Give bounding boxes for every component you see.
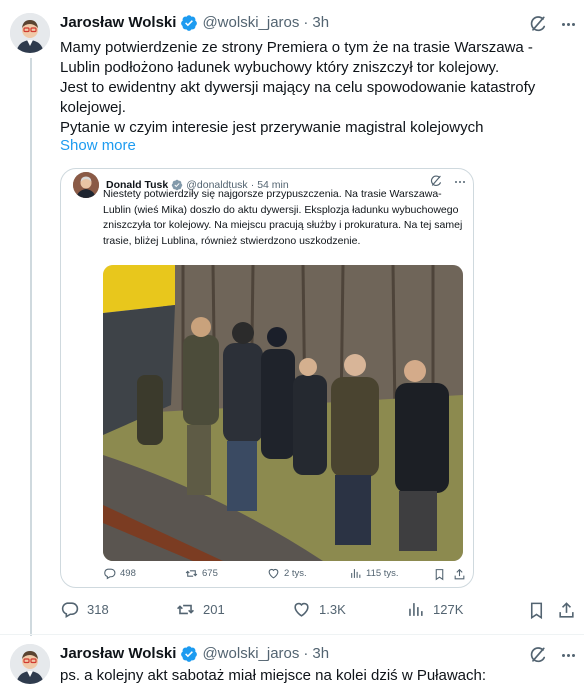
- views-icon: [409, 603, 423, 616]
- bookmark-icon[interactable]: [527, 601, 546, 620]
- like-button[interactable]: 1.3K: [292, 600, 346, 619]
- quoted-tweet-text: Niestety potwierdziły się najgorsze przy…: [103, 188, 463, 247]
- views-button[interactable]: 127K: [406, 600, 463, 619]
- views-icon: [351, 569, 361, 578]
- thread-divider: [0, 634, 584, 635]
- reply-author-avatar[interactable]: [10, 644, 50, 684]
- thread-connector-line: [30, 58, 32, 636]
- author-handle[interactable]: @wolski_jaros: [202, 13, 299, 33]
- more-icon[interactable]: [558, 645, 578, 665]
- reply-icon: [104, 568, 116, 580]
- like-icon: [268, 568, 279, 579]
- grok-icon[interactable]: [528, 645, 548, 665]
- quoted-tweet-photo[interactable]: [103, 265, 463, 561]
- author-name[interactable]: Jarosław Wolski: [60, 13, 176, 33]
- repost-icon: [185, 570, 198, 577]
- verified-badge-icon: [181, 646, 198, 662]
- repost-count: 201: [203, 602, 225, 617]
- quoted-tweet-card[interactable]: Donald Tusk @donaldtusk · 54 min Niestet…: [60, 168, 474, 588]
- quoted-reply-count: 498: [120, 568, 136, 579]
- reply-time[interactable]: 3h: [312, 644, 329, 664]
- reply-icon: [61, 602, 79, 619]
- author-avatar[interactable]: [10, 13, 50, 53]
- reply-author-name[interactable]: Jarosław Wolski: [60, 644, 176, 664]
- view-count: 127K: [433, 602, 464, 617]
- bookmark-icon[interactable]: [433, 568, 446, 581]
- repost-icon: [177, 604, 194, 615]
- reply-header: Jarosław Wolski @wolski_jaros · 3h: [60, 644, 329, 664]
- separator-dot: ·: [303, 14, 309, 31]
- quoted-view-count: 115 tys.: [366, 568, 399, 579]
- like-icon: [294, 602, 309, 617]
- verified-badge-icon: [181, 15, 198, 31]
- tweet-text-line: Jest to ewidentny akt dywersji mający na…: [60, 79, 536, 116]
- quoted-author-avatar[interactable]: [73, 172, 99, 198]
- reply-count: 318: [87, 602, 109, 617]
- reply-author-handle[interactable]: @wolski_jaros: [202, 644, 299, 664]
- tweet-text-line: Pytanie w czyim interesie jest przerywan…: [60, 119, 484, 136]
- share-icon[interactable]: [453, 568, 466, 581]
- more-icon[interactable]: [558, 14, 578, 34]
- quoted-views-button[interactable]: 115 tys.: [349, 567, 399, 580]
- tweet-time[interactable]: 3h: [312, 13, 329, 33]
- quoted-repost-button[interactable]: 675: [185, 567, 218, 580]
- repost-button[interactable]: 201: [176, 600, 225, 619]
- tweet-actions: 318 201 1.3K 127K: [60, 600, 580, 622]
- quoted-repost-count: 675: [202, 568, 218, 579]
- tweet-header: Jarosław Wolski @wolski_jaros · 3h: [60, 13, 329, 33]
- quoted-reply-button[interactable]: 498: [103, 567, 136, 580]
- quoted-like-count: 2 tys.: [284, 568, 307, 579]
- reply-button[interactable]: 318: [60, 600, 109, 619]
- quoted-like-button[interactable]: 2 tys.: [267, 567, 307, 580]
- grok-icon[interactable]: [429, 174, 443, 188]
- show-more-link[interactable]: Show more: [60, 136, 136, 156]
- tweet-text: Mamy potwierdzenie ze strony Premiera o …: [60, 38, 560, 138]
- separator-dot: ·: [303, 645, 309, 662]
- tweet-text-line: Mamy potwierdzenie ze strony Premiera o …: [60, 39, 533, 76]
- quoted-tweet-actions: 498 675 2 tys. 115 tys.: [103, 567, 466, 583]
- share-icon[interactable]: [557, 601, 576, 620]
- reply-text: ps. a kolejny akt sabotaż miał miejsce n…: [60, 667, 487, 684]
- grok-icon[interactable]: [528, 14, 548, 34]
- like-count: 1.3K: [319, 602, 346, 617]
